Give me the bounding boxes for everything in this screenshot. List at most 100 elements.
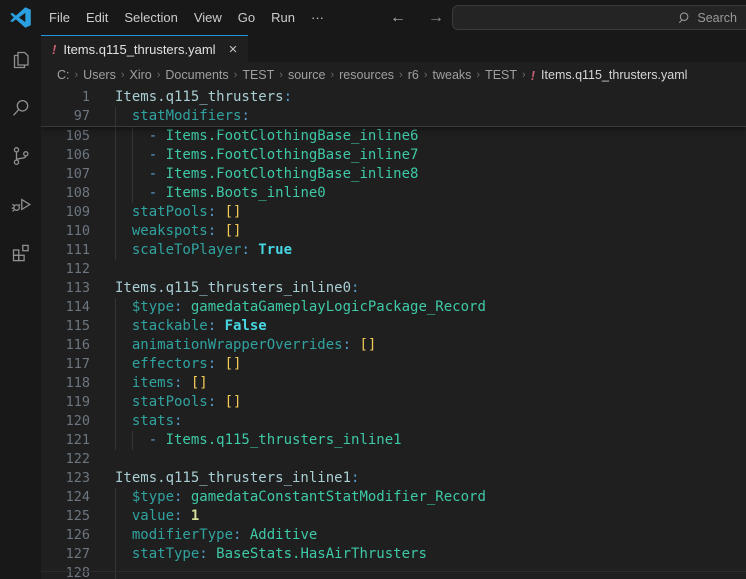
back-arrow-icon[interactable]: ← bbox=[390, 10, 406, 26]
line-number[interactable]: 122 bbox=[41, 450, 90, 469]
code-line[interactable]: 123Items.q115_thrusters_inline1: bbox=[41, 469, 746, 488]
menu-go[interactable]: Go bbox=[230, 7, 263, 28]
breadcrumb-item[interactable]: tweaks bbox=[433, 68, 472, 82]
line-number[interactable]: 116 bbox=[41, 336, 90, 355]
breadcrumb-item[interactable]: C: bbox=[57, 68, 70, 82]
code-content bbox=[90, 260, 746, 279]
line-number[interactable]: 119 bbox=[41, 393, 90, 412]
code-content: value: 1 bbox=[90, 507, 746, 526]
line-number[interactable]: 107 bbox=[41, 165, 90, 184]
code-line[interactable]: 125 value: 1 bbox=[41, 507, 746, 526]
code-line[interactable]: 114 $type: gamedataGameplayLogicPackage_… bbox=[41, 298, 746, 317]
breadcrumb-file[interactable]: Items.q115_thrusters.yaml bbox=[541, 68, 687, 82]
code-line[interactable]: 110 weakspots: [] bbox=[41, 222, 746, 241]
code-line[interactable]: 115 stackable: False bbox=[41, 317, 746, 336]
menu-view[interactable]: View bbox=[186, 7, 230, 28]
code-line[interactable]: 124 $type: gamedataConstantStatModifier_… bbox=[41, 488, 746, 507]
indent-guide bbox=[115, 146, 116, 165]
line-number[interactable]: 118 bbox=[41, 374, 90, 393]
editor[interactable]: 1Items.q115_thrusters:97 statModifiers: … bbox=[41, 88, 746, 579]
indent-guide bbox=[132, 146, 133, 165]
code-content: - Items.FootClothingBase_inline8 bbox=[90, 165, 746, 184]
code-content: items: [] bbox=[90, 374, 746, 393]
line-number[interactable]: 120 bbox=[41, 412, 90, 431]
code-line[interactable]: 111 scaleToPlayer: True bbox=[41, 241, 746, 260]
line-number[interactable]: 110 bbox=[41, 222, 90, 241]
sticky-line[interactable]: 97 statModifiers: bbox=[41, 107, 746, 126]
line-number[interactable]: 127 bbox=[41, 545, 90, 564]
line-number[interactable]: 128 bbox=[41, 564, 90, 579]
line-number[interactable]: 112 bbox=[41, 260, 90, 279]
breadcrumb-item[interactable]: source bbox=[288, 68, 326, 82]
line-number[interactable]: 117 bbox=[41, 355, 90, 374]
line-number[interactable]: 111 bbox=[41, 241, 90, 260]
menu-file[interactable]: File bbox=[41, 7, 78, 28]
line-number[interactable]: 123 bbox=[41, 469, 90, 488]
line-number[interactable]: 125 bbox=[41, 507, 90, 526]
search-icon[interactable] bbox=[9, 96, 33, 120]
line-number[interactable]: 108 bbox=[41, 184, 90, 203]
history-nav: ← → bbox=[390, 0, 444, 35]
indent-guide bbox=[115, 526, 116, 545]
command-center-search[interactable]: Search bbox=[452, 5, 746, 30]
activity-bar bbox=[0, 35, 41, 579]
menu-edit[interactable]: Edit bbox=[78, 7, 116, 28]
breadcrumb-item[interactable]: TEST bbox=[485, 68, 517, 82]
breadcrumb-item[interactable]: TEST bbox=[242, 68, 274, 82]
breadcrumb-item[interactable]: resources bbox=[339, 68, 394, 82]
menu-more[interactable]: ··· bbox=[303, 7, 332, 28]
line-number[interactable]: 115 bbox=[41, 317, 90, 336]
extensions-icon[interactable] bbox=[9, 240, 33, 264]
code-line[interactable]: 112 bbox=[41, 260, 746, 279]
run-debug-icon[interactable] bbox=[9, 192, 33, 216]
code-line[interactable]: 105 - Items.FootClothingBase_inline6 bbox=[41, 127, 746, 146]
sticky-line[interactable]: 1Items.q115_thrusters: bbox=[41, 88, 746, 107]
close-icon[interactable]: × bbox=[229, 41, 238, 58]
line-number[interactable]: 126 bbox=[41, 526, 90, 545]
code-line[interactable]: 121 - Items.q115_thrusters_inline1 bbox=[41, 431, 746, 450]
code-line[interactable]: 106 - Items.FootClothingBase_inline7 bbox=[41, 146, 746, 165]
problem-indicator: ! bbox=[531, 68, 535, 83]
breadcrumb-item[interactable]: Xiro bbox=[130, 68, 152, 82]
menu-selection[interactable]: Selection bbox=[116, 7, 185, 28]
line-number[interactable]: 121 bbox=[41, 431, 90, 450]
code-line[interactable]: 120 stats: bbox=[41, 412, 746, 431]
indent-guide bbox=[115, 431, 116, 450]
code-line[interactable]: 126 modifierType: Additive bbox=[41, 526, 746, 545]
code-line[interactable]: 107 - Items.FootClothingBase_inline8 bbox=[41, 165, 746, 184]
code-line[interactable]: 108 - Items.Boots_inline0 bbox=[41, 184, 746, 203]
code-line[interactable]: 122 bbox=[41, 450, 746, 469]
code-content: - Items.Boots_inline0 bbox=[90, 184, 746, 203]
code-line[interactable]: 116 animationWrapperOverrides: [] bbox=[41, 336, 746, 355]
code-line[interactable]: 118 items: [] bbox=[41, 374, 746, 393]
breadcrumb-item[interactable]: Users bbox=[83, 68, 116, 82]
code-line[interactable]: 117 effectors: [] bbox=[41, 355, 746, 374]
menu-run[interactable]: Run bbox=[263, 7, 303, 28]
code-content: - Items.FootClothingBase_inline6 bbox=[90, 127, 746, 146]
breadcrumb-item[interactable]: Documents bbox=[165, 68, 228, 82]
line-number[interactable]: 113 bbox=[41, 279, 90, 298]
indent-guide bbox=[132, 184, 133, 203]
indent-guide bbox=[115, 488, 116, 507]
line-number[interactable]: 106 bbox=[41, 146, 90, 165]
chevron-right-icon: › bbox=[522, 69, 526, 81]
code-line[interactable]: 109 statPools: [] bbox=[41, 203, 746, 222]
code-line[interactable]: 127 statType: BaseStats.HasAirThrusters bbox=[41, 545, 746, 564]
line-number[interactable]: 1 bbox=[41, 88, 90, 107]
breadcrumb-item[interactable]: r6 bbox=[408, 68, 419, 82]
tab-items-q115-thrusters-yaml[interactable]: ! Items.q115_thrusters.yaml × bbox=[41, 35, 248, 62]
forward-arrow-icon[interactable]: → bbox=[428, 10, 444, 26]
code-line[interactable]: 113Items.q115_thrusters_inline0: bbox=[41, 279, 746, 298]
line-number[interactable]: 105 bbox=[41, 127, 90, 146]
line-number[interactable]: 109 bbox=[41, 203, 90, 222]
code-line[interactable]: 128 bbox=[41, 564, 746, 579]
explorer-icon[interactable] bbox=[9, 48, 33, 72]
code-line[interactable]: 119 statPools: [] bbox=[41, 393, 746, 412]
code-content: $type: gamedataGameplayLogicPackage_Reco… bbox=[90, 298, 746, 317]
line-number[interactable]: 114 bbox=[41, 298, 90, 317]
line-number[interactable]: 124 bbox=[41, 488, 90, 507]
indent-guide bbox=[115, 241, 116, 260]
source-control-icon[interactable] bbox=[9, 144, 33, 168]
line-number[interactable]: 97 bbox=[41, 107, 90, 126]
indent-guide bbox=[115, 355, 116, 374]
